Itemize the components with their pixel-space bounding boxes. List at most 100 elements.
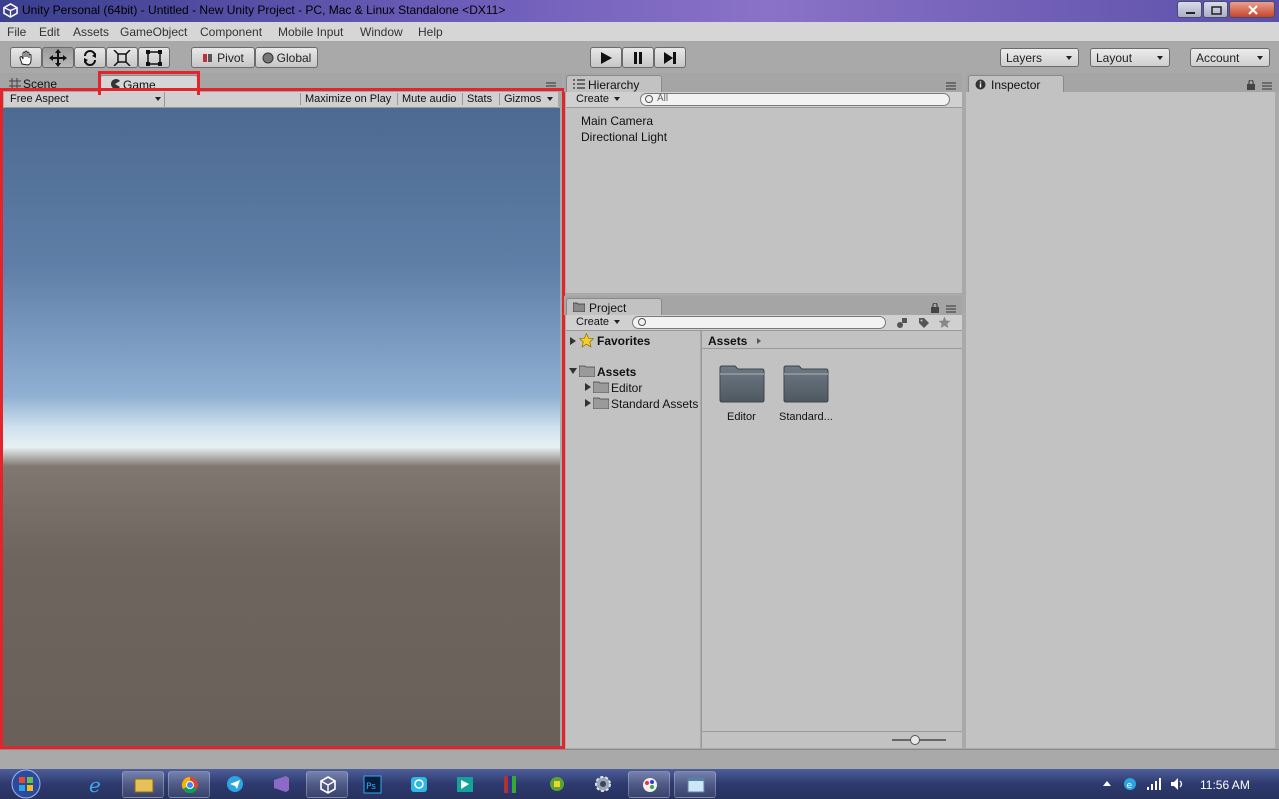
volume-icon[interactable]	[1170, 777, 1186, 791]
expand-arrow-icon[interactable]	[585, 399, 591, 407]
caret-down-icon	[614, 320, 620, 324]
pivot-toggle[interactable]: Pivot	[191, 47, 255, 68]
asset-folder-item[interactable]: Standard...	[779, 365, 833, 427]
favorites-label[interactable]: Favorites	[597, 334, 650, 348]
project-create-dropdown[interactable]: Create	[570, 315, 622, 330]
caret-down-icon	[1157, 56, 1163, 60]
slider-thumb[interactable]	[910, 735, 920, 745]
menu-help[interactable]: Help	[418, 25, 443, 39]
account-dropdown[interactable]: Account	[1190, 48, 1270, 67]
assets-folder-label[interactable]: Assets	[597, 365, 636, 379]
expand-arrow-icon[interactable]	[585, 383, 591, 391]
taskbar-unity[interactable]	[306, 771, 348, 798]
expand-arrow-icon[interactable]	[570, 337, 576, 345]
tab-hierarchy[interactable]: Hierarchy	[566, 75, 662, 92]
rect-tool-button[interactable]	[138, 47, 170, 68]
hierarchy-create-dropdown[interactable]: Create	[570, 92, 622, 107]
tag-icon[interactable]	[918, 317, 930, 329]
step-button[interactable]	[654, 47, 686, 68]
play-button[interactable]	[590, 47, 622, 68]
inspector-tabstrip: Inspector	[966, 73, 1279, 92]
move-tool-button[interactable]	[42, 47, 74, 68]
hand-tool-button[interactable]	[10, 47, 42, 68]
menu-file[interactable]: File	[7, 25, 26, 39]
star-icon[interactable]	[938, 316, 951, 329]
network-signal-icon[interactable]	[1146, 777, 1162, 791]
rect-icon	[146, 49, 162, 66]
lock-icon[interactable]	[1247, 80, 1255, 90]
start-button[interactable]	[8, 769, 44, 799]
maximize-on-play-toggle[interactable]: Maximize on Play	[300, 93, 395, 105]
global-toggle[interactable]: Global	[255, 47, 318, 68]
game-view[interactable]	[0, 108, 560, 748]
pause-button[interactable]	[622, 47, 654, 68]
taskbar-visual-studio[interactable]	[260, 771, 302, 798]
list-item[interactable]: Directional Light	[566, 128, 962, 144]
taskbar-winrar[interactable]	[490, 771, 532, 798]
tree-item-standard-assets[interactable]: Standard Assets	[611, 397, 698, 411]
layers-dropdown[interactable]: Layers	[1000, 48, 1079, 67]
taskbar-app-window[interactable]	[674, 771, 716, 798]
gizmos-dropdown[interactable]: Gizmos	[499, 93, 545, 105]
taskbar-app-paint[interactable]	[628, 771, 670, 798]
play-icon	[601, 51, 612, 64]
move-icon	[49, 48, 67, 67]
clock[interactable]: 11:56 AM	[1200, 778, 1250, 792]
taskbar-app-sync[interactable]	[398, 771, 440, 798]
taskbar-app-gear[interactable]	[582, 771, 624, 798]
tray-app-icon[interactable]: e	[1123, 777, 1137, 791]
global-label: Global	[276, 50, 312, 65]
taskbar-photoshop[interactable]: Ps	[352, 771, 394, 798]
layout-dropdown[interactable]: Layout	[1090, 48, 1170, 67]
rotate-tool-button[interactable]	[74, 47, 106, 68]
telegram-icon	[227, 776, 243, 792]
icon-size-slider[interactable]	[892, 735, 946, 745]
menu-component[interactable]: Component	[200, 25, 262, 39]
panel-menu-icon[interactable]	[546, 82, 556, 90]
panel-menu-icon[interactable]	[946, 305, 956, 313]
taskbar-explorer[interactable]	[122, 771, 164, 798]
hierarchy-search-input[interactable]: All	[640, 93, 950, 106]
list-item[interactable]: Main Camera	[566, 112, 962, 128]
menu-mobile-input[interactable]: Mobile Input	[278, 25, 343, 39]
chevron-right-icon	[757, 338, 761, 344]
account-label: Account	[1196, 51, 1240, 65]
menu-assets[interactable]: Assets	[73, 25, 109, 39]
breadcrumb-assets[interactable]: Assets	[708, 334, 747, 348]
project-search-input[interactable]	[632, 316, 886, 329]
show-hidden-icons[interactable]	[1103, 781, 1111, 786]
scale-tool-button[interactable]	[106, 47, 138, 68]
aspect-dropdown[interactable]: Free Aspect	[4, 92, 165, 107]
menu-window[interactable]: Window	[360, 25, 403, 39]
restore-icon	[1211, 6, 1222, 15]
lock-icon[interactable]	[931, 303, 939, 313]
restore-button[interactable]	[1203, 1, 1228, 18]
taskbar-ie[interactable]: e	[76, 771, 118, 798]
stats-toggle[interactable]: Stats	[462, 93, 496, 105]
taskbar-app-green[interactable]	[536, 771, 578, 798]
photoshop-icon: Ps	[363, 775, 382, 794]
menu-edit[interactable]: Edit	[39, 25, 60, 39]
taskbar-telegram[interactable]	[214, 771, 256, 798]
collapse-arrow-icon[interactable]	[569, 368, 577, 374]
panel-menu-icon[interactable]	[946, 82, 956, 90]
taskbar-app-teal[interactable]	[444, 771, 486, 798]
taskbar-chrome[interactable]	[168, 771, 210, 798]
menu-gameobject[interactable]: GameObject	[120, 25, 187, 39]
tab-scene[interactable]: Scene	[6, 75, 96, 92]
window-title: Unity Personal (64bit) - Untitled - New …	[22, 3, 506, 17]
asset-folder-item[interactable]: Editor	[718, 365, 766, 427]
minimize-button[interactable]	[1177, 1, 1202, 18]
filter-by-type-icon[interactable]	[896, 317, 908, 329]
panel-menu-icon[interactable]	[1262, 82, 1272, 90]
hierarchy-item-label: Directional Light	[581, 130, 668, 144]
close-button[interactable]	[1229, 1, 1275, 18]
toolbar: Pivot Global Layers Layout Account	[0, 41, 1279, 73]
search-icon	[645, 95, 653, 103]
folder-icon	[573, 302, 585, 312]
mute-audio-toggle[interactable]: Mute audio	[397, 93, 460, 105]
tree-item-editor[interactable]: Editor	[611, 381, 642, 395]
tab-project[interactable]: Project	[566, 298, 662, 315]
tab-game[interactable]: Game	[100, 75, 198, 92]
tab-inspector[interactable]: Inspector	[968, 75, 1064, 92]
